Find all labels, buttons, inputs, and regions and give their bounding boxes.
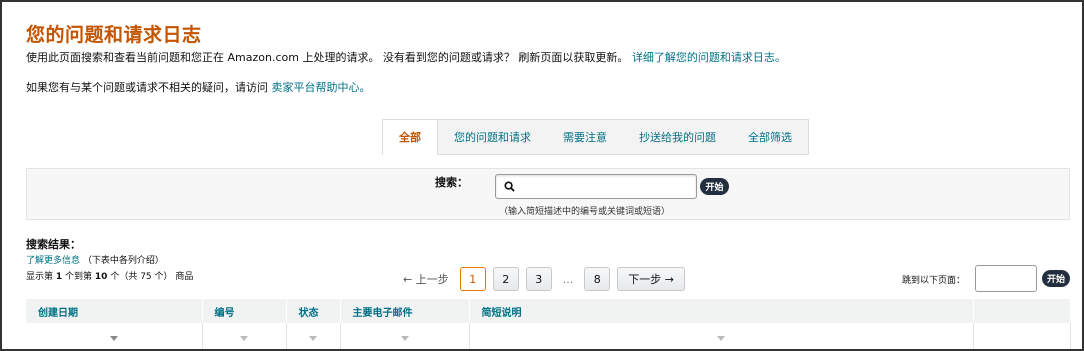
page-1-button[interactable]: 1 [459,267,486,291]
help-text: 如果您有与某个问题或请求不相关的疑问，请访问 [26,81,268,94]
pagination-ellipsis: ... [562,272,574,286]
next-page-button[interactable]: 下一步 → [617,267,685,291]
page-frame: 您的问题和请求日志 使用此页面搜索和查看当前问题和您正在 Amazon.com … [0,0,1084,351]
col-created-date[interactable]: 创建日期 [26,299,203,323]
arrow-right-icon: → [661,272,674,286]
search-hint: （输入简短描述中的编号或关键词或短语） [499,207,671,217]
jump-to-page-label: 跳到以下页面： [902,276,966,286]
tab-needs-attention[interactable]: 需要注意 [547,119,623,155]
tab-my-issues[interactable]: 您的问题和请求 [438,119,547,155]
caret-down-icon [240,336,248,342]
count-total: 个（共 75 个） 商品 [110,272,194,282]
more-info-line: 了解更多信息 （下表中各列介绍） [26,253,164,266]
search-field[interactable] [495,174,697,199]
next-label: 下一步 [628,273,662,286]
search-label: 搜索： [435,176,468,189]
intro-line: 使用此页面搜索和查看当前问题和您正在 Amazon.com 上处理的请求。 没有… [26,49,786,65]
caret-down-icon [309,336,317,342]
arrow-left-icon: ← [403,272,416,286]
filter-tabs: 全部 您的问题和请求 需要注意 抄送给我的问题 全部筛选 [382,119,809,155]
count-to: 10 [94,272,108,282]
tab-cc-to-me[interactable]: 抄送给我的问题 [623,119,732,155]
search-input[interactable] [519,180,689,193]
page-title: 您的问题和请求日志 [26,24,202,46]
tab-all-filters[interactable]: 全部筛选 [732,119,809,155]
more-info-link[interactable]: 了解更多信息 [26,256,80,266]
page-2-button[interactable]: 2 [492,267,519,291]
count-from: 1 [55,272,63,282]
results-title: 搜索结果： [26,238,81,251]
sort-id[interactable] [202,323,287,349]
intro-text: 使用此页面搜索和查看当前问题和您正在 Amazon.com 上处理的请求。 没有… [26,51,629,64]
intro-learn-more-link[interactable]: 详细了解您的问题和请求日志。 [632,51,786,64]
count-mid: 个到第 [65,272,93,282]
col-short-description[interactable]: 简短说明 [469,299,974,323]
col-status[interactable]: 状态 [286,299,341,323]
page-8-button[interactable]: 8 [584,267,611,291]
pagination: ← 上一步 1 2 3 ... 8 下一步 → [399,267,685,291]
caret-down-icon [400,336,409,342]
count-prefix: 显示第 [26,272,54,282]
sort-short-description[interactable] [469,323,974,349]
table-filter-row [26,323,1071,349]
col-id[interactable]: 编号 [202,299,287,323]
results-count: 显示第 1 个到第 10 个（共 75 个） 商品 [26,269,193,282]
caret-down-icon [717,336,725,342]
sort-status[interactable] [286,323,341,349]
search-icon [504,181,515,192]
jump-to-page-input[interactable] [975,265,1037,292]
filter-cell-extra [973,323,1071,349]
caret-down-icon [109,336,118,342]
seller-central-help-link[interactable]: 卖家平台帮助中心。 [272,81,371,94]
tab-all[interactable]: 全部 [382,119,438,155]
col-extra [973,299,1071,323]
page-3-button[interactable]: 3 [525,267,552,291]
prev-page-button[interactable]: ← 上一步 [399,267,453,291]
table-header-row: 创建日期 编号 状态 主要电子邮件 简短说明 [26,299,1071,323]
help-line: 如果您有与某个问题或请求不相关的疑问，请访问 卖家平台帮助中心。 [26,79,371,95]
col-primary-email[interactable]: 主要电子邮件 [340,299,470,323]
search-go-button[interactable]: 开始 [700,178,729,195]
issues-table: 创建日期 编号 状态 主要电子邮件 简短说明 [26,299,1071,349]
sort-created-date[interactable] [26,323,203,349]
sort-primary-email[interactable] [340,323,470,349]
more-info-note: （下表中各列介绍） [82,256,164,266]
prev-label: 上一步 [415,273,449,286]
jump-go-button[interactable]: 开始 [1042,270,1070,287]
